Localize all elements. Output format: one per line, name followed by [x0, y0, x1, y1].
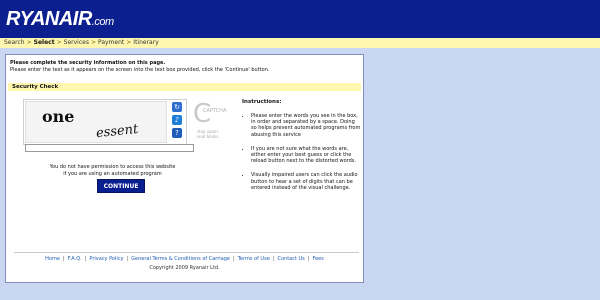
breadcrumb-item-services: Services: [63, 39, 89, 46]
captcha-word-one: one: [42, 107, 75, 126]
instructions-list: Please enter the words you see in the bo…: [242, 113, 362, 191]
continue-button[interactable]: CONTINUE: [97, 179, 145, 193]
permission-line-1: You do not have permission to access thi…: [49, 164, 176, 170]
captcha-box: one essent ↻ ♪ ?: [23, 99, 187, 145]
breadcrumb-item-payment: Payment: [97, 39, 125, 46]
captcha-word-two: essent: [95, 121, 139, 142]
security-check-bar: Security Check: [8, 83, 361, 91]
footer-link-contact[interactable]: Contact Us: [276, 256, 305, 262]
copyright: Copyright 2009 Ryanair Ltd.: [149, 265, 220, 271]
footer-links: Home | F.A.Q. | Privacy Policy | General Terms…: [6, 256, 363, 263]
security-panel: Please complete the security information…: [5, 54, 364, 283]
breadcrumb-separator: >: [56, 39, 62, 46]
intro-text: Please complete the security information…: [10, 60, 360, 74]
instruction-item: If you are not sure what the words are, …: [251, 146, 362, 165]
breadcrumb-item-itinerary: Itinerary: [133, 39, 159, 46]
breadcrumb-separator: >: [90, 39, 96, 46]
captcha-logo-mark: C: [193, 99, 212, 129]
breadcrumb-item-search: Search: [4, 39, 25, 46]
audio-icon[interactable]: ♪: [172, 115, 182, 125]
help-icon[interactable]: ?: [172, 128, 182, 138]
instruction-item: Visually impaired users can click the au…: [251, 172, 362, 191]
footer-link-faq[interactable]: F.A.Q.: [67, 256, 83, 262]
intro-body: Please enter the text as it appears on t…: [10, 67, 270, 73]
captcha-logo: C CAPTCHA: [193, 99, 227, 129]
breadcrumb: Search > Select > Services > Payment > Itinerary: [0, 38, 600, 48]
captcha-answer-input[interactable]: [25, 144, 194, 152]
footer-link-home[interactable]: Home: [44, 256, 61, 262]
footer-separator: |: [233, 256, 235, 262]
permission-line-2: if you are using an automated program: [63, 171, 162, 177]
permission-message: You do not have permission to access thi…: [32, 164, 193, 178]
footer-link-fees[interactable]: Fees: [311, 256, 324, 262]
breadcrumb-separator: >: [126, 39, 132, 46]
captcha-brand: CAPTCHA: [203, 108, 227, 114]
footer-separator: |: [62, 256, 65, 262]
site-header: RYANAIR.com: [0, 0, 600, 38]
footer-link-terms-carriage[interactable]: General Terms & Conditions of Carriage: [130, 256, 231, 262]
instructions: Instructions: Please enter the words you…: [242, 99, 362, 199]
footer-link-privacy[interactable]: Privacy Policy: [88, 256, 124, 262]
instructions-title: Instructions:: [242, 99, 282, 105]
instruction-item: Please enter the words you see in the bo…: [251, 113, 362, 138]
reload-icon[interactable]: ↻: [172, 102, 182, 112]
captcha-image: one essent: [25, 101, 167, 143]
captcha-tools: ↻ ♪ ?: [172, 101, 184, 143]
breadcrumb-item-select: Select: [33, 39, 55, 46]
footer-link-terms-use[interactable]: Terms of Use: [237, 256, 271, 262]
brand-main: RYANAIR: [6, 8, 92, 30]
footer-divider: [14, 252, 359, 253]
brand-suffix: .com: [91, 16, 114, 28]
ryanair-logo[interactable]: RYANAIR.com: [6, 8, 114, 31]
breadcrumb-separator: >: [26, 39, 32, 46]
captcha-tagline: stop spam. read books.: [196, 129, 220, 139]
intro-heading: Please complete the security information…: [10, 60, 166, 66]
